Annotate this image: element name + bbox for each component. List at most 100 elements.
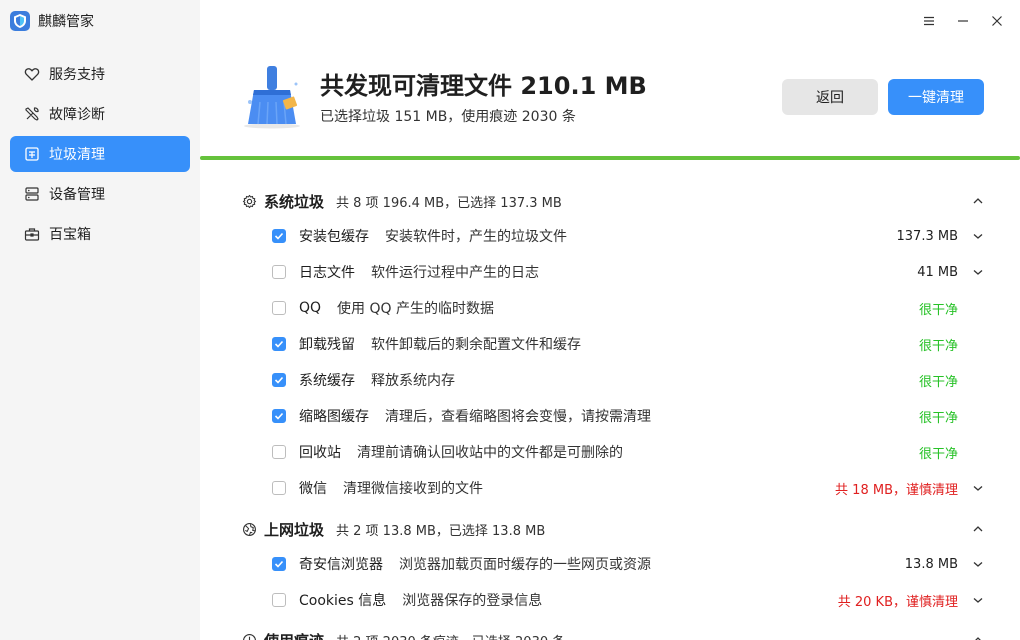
list-item: 缩略图缓存 清理后，查看缩略图将会变慢，请按需清理 很干净 [272,405,992,427]
toolbox-icon [24,226,40,242]
list-item: 系统缓存 释放系统内存 很干净 [272,369,992,391]
list-item: 日志文件 软件运行过程中产生的日志 41 MB [272,261,992,283]
sidebar-item-service[interactable]: 服务支持 [10,56,190,92]
sidebar-item-label: 故障诊断 [49,107,105,123]
chevron-up-icon[interactable] [971,633,985,640]
list-item: 卸载残留 软件卸载后的剩余配置文件和缓存 很干净 [272,333,992,355]
sidebar-item-cleanup[interactable]: 垃圾清理 [10,136,190,172]
group-header: 系统垃圾 共 8 项 196.4 MB，已选择 137.3 MB [242,190,562,212]
menu-icon [924,16,934,26]
minimize-button[interactable] [946,8,980,34]
menu-button[interactable] [912,8,946,34]
heart-icon [24,66,40,82]
item-desc: 清理微信接收到的文件 [343,481,483,497]
sidebar: 麒麟管家 服务支持 故障诊断 垃圾清理 设备管理 百宝箱 [0,0,200,640]
sidebar-item-label: 服务支持 [49,67,105,83]
chevron-down-icon[interactable] [972,558,984,570]
group-name: 上网垃圾 [264,520,325,539]
server-icon [24,186,40,202]
item-name: 微信 [299,481,327,497]
group-header: 使用痕迹 共 2 项 2030 条痕迹，已选择 2030 条 [242,629,565,640]
item-checkbox[interactable] [272,265,286,279]
item-size: 13.8 MB [904,556,958,572]
sidebar-nav: 服务支持 故障诊断 垃圾清理 设备管理 百宝箱 [0,56,200,252]
group-name: 使用痕迹 [264,630,324,640]
cleanup-broom-icon [244,66,300,129]
item-desc: 软件运行过程中产生的日志 [371,265,539,281]
item-checkbox[interactable] [272,445,286,459]
item-warning: 共 20 KB，谨慎清理 [837,594,958,610]
item-size: 41 MB [917,264,958,280]
item-name: 奇安信浏览器 [299,557,383,573]
list-item: 回收站 清理前请确认回收站中的文件都是可删除的 很干净 [272,441,992,463]
item-desc: 浏览器加载页面时缓存的一些网页或资源 [399,557,651,573]
item-desc: 清理前请确认回收站中的文件都是可删除的 [357,445,623,461]
broom-icon [24,146,40,162]
page-title: 共发现可清理文件 210.1 MB [320,72,647,100]
window-controls [912,8,1014,34]
list-item: 微信 清理微信接收到的文件 共 18 MB，谨慎清理 [272,477,992,499]
close-button[interactable] [980,8,1014,34]
item-checkbox[interactable] [272,409,286,423]
item-warning: 共 18 MB，谨慎清理 [835,482,958,498]
item-name: QQ [299,300,322,316]
list-item: 奇安信浏览器 浏览器加载页面时缓存的一些网页或资源 13.8 MB [272,553,992,575]
item-desc: 浏览器保存的登录信息 [402,593,543,609]
app-title: 麒麟管家 [38,14,94,30]
group-header: 上网垃圾 共 2 项 13.8 MB，已选择 13.8 MB [242,518,545,540]
item-desc: 软件卸载后的剩余配置文件和缓存 [371,337,581,353]
item-status: 很干净 [918,410,958,426]
item-status: 很干净 [918,446,958,462]
item-checkbox[interactable] [272,481,286,495]
sidebar-item-label: 百宝箱 [49,227,91,243]
item-name: 缩略图缓存 [299,409,369,425]
back-button[interactable]: 返回 [782,79,878,115]
gear-icon [242,194,257,209]
item-name: 安装包缓存 [299,229,369,245]
clock-icon [242,633,257,640]
app-header: 麒麟管家 [0,0,200,42]
chevron-down-icon[interactable] [972,230,984,242]
chevron-up-icon[interactable] [971,194,985,208]
item-name: 回收站 [299,445,341,461]
item-status: 很干净 [918,302,958,318]
cleanup-list: 系统垃圾 共 8 项 196.4 MB，已选择 137.3 MB 安装包缓存 安… [200,160,1020,640]
group-summary: 共 8 项 196.4 MB，已选择 137.3 MB [336,195,562,211]
item-status: 很干净 [918,374,958,390]
list-item: 安装包缓存 安装软件时，产生的垃圾文件 137.3 MB [272,225,992,247]
item-checkbox[interactable] [272,337,286,351]
sidebar-item-diagnosis[interactable]: 故障诊断 [10,96,190,132]
minimize-icon [958,20,968,22]
item-desc: 使用 QQ 产生的临时数据 [337,301,494,317]
one-click-clean-button[interactable]: 一键清理 [888,79,984,115]
list-item: QQ 使用 QQ 产生的临时数据 很干净 [272,297,992,319]
group-name: 系统垃圾 [264,192,325,211]
group-summary: 共 2 项 2030 条痕迹，已选择 2030 条 [336,631,565,640]
item-checkbox[interactable] [272,301,286,315]
sidebar-item-devices[interactable]: 设备管理 [10,176,190,212]
item-checkbox[interactable] [272,373,286,387]
chevron-down-icon[interactable] [972,482,984,494]
sidebar-item-label: 设备管理 [49,187,105,203]
item-desc: 清理后，查看缩略图将会变慢，请按需清理 [385,409,651,425]
item-checkbox[interactable] [272,557,286,571]
sidebar-item-toolbox[interactable]: 百宝箱 [10,216,190,252]
item-status: 很干净 [918,338,958,354]
item-name: Cookies 信息 [299,593,387,609]
globe-icon [242,522,257,537]
item-checkbox[interactable] [272,229,286,243]
list-item: Cookies 信息 浏览器保存的登录信息 共 20 KB，谨慎清理 [272,589,992,611]
chevron-down-icon[interactable] [972,594,984,606]
shield-logo-icon [10,11,30,31]
item-checkbox[interactable] [272,593,286,607]
item-name: 系统缓存 [299,373,355,389]
group-summary: 共 2 项 13.8 MB，已选择 13.8 MB [336,523,546,539]
item-name: 卸载残留 [299,337,355,353]
tools-icon [24,106,40,122]
chevron-up-icon[interactable] [971,522,985,536]
item-size: 137.3 MB [896,228,958,244]
item-desc: 释放系统内存 [371,373,455,389]
close-icon [992,16,1002,26]
sidebar-item-label: 垃圾清理 [49,147,105,163]
chevron-down-icon[interactable] [972,266,984,278]
